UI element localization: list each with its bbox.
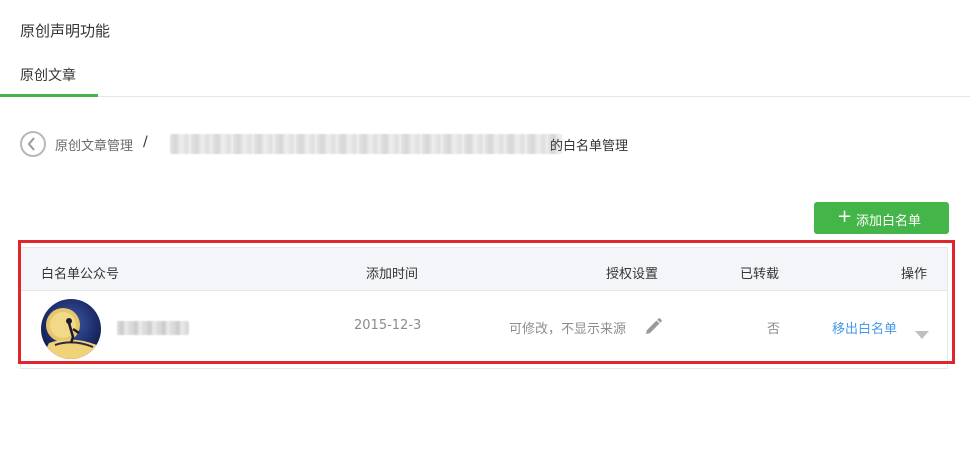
tab-label: 原创文章 <box>20 68 76 84</box>
breadcrumb-current: 的白名单管理 <box>550 139 629 154</box>
tab-bar: 原创文章 <box>0 56 970 97</box>
divider <box>20 368 946 369</box>
add-whitelist-button[interactable]: + 添加白名单 <box>814 202 949 234</box>
tab-original-articles[interactable]: 原创文章 <box>0 56 98 97</box>
back-button[interactable] <box>20 131 46 157</box>
breadcrumb-separator: / <box>143 134 148 150</box>
highlight-annotation-box <box>18 240 955 364</box>
redacted-article-title <box>170 134 562 154</box>
add-whitelist-label: 添加白名单 <box>856 214 922 229</box>
chevron-left-icon <box>27 137 35 151</box>
breadcrumb-link-article-management[interactable]: 原创文章管理 <box>55 135 133 154</box>
page: 原创声明功能 原创文章 原创文章管理 / 的白名单管理 + 添加白名单 白名单公… <box>0 0 970 460</box>
breadcrumb: 原创文章管理 / 的白名单管理 <box>20 131 960 157</box>
page-title: 原创声明功能 <box>20 22 111 40</box>
plus-icon: + <box>837 206 853 227</box>
